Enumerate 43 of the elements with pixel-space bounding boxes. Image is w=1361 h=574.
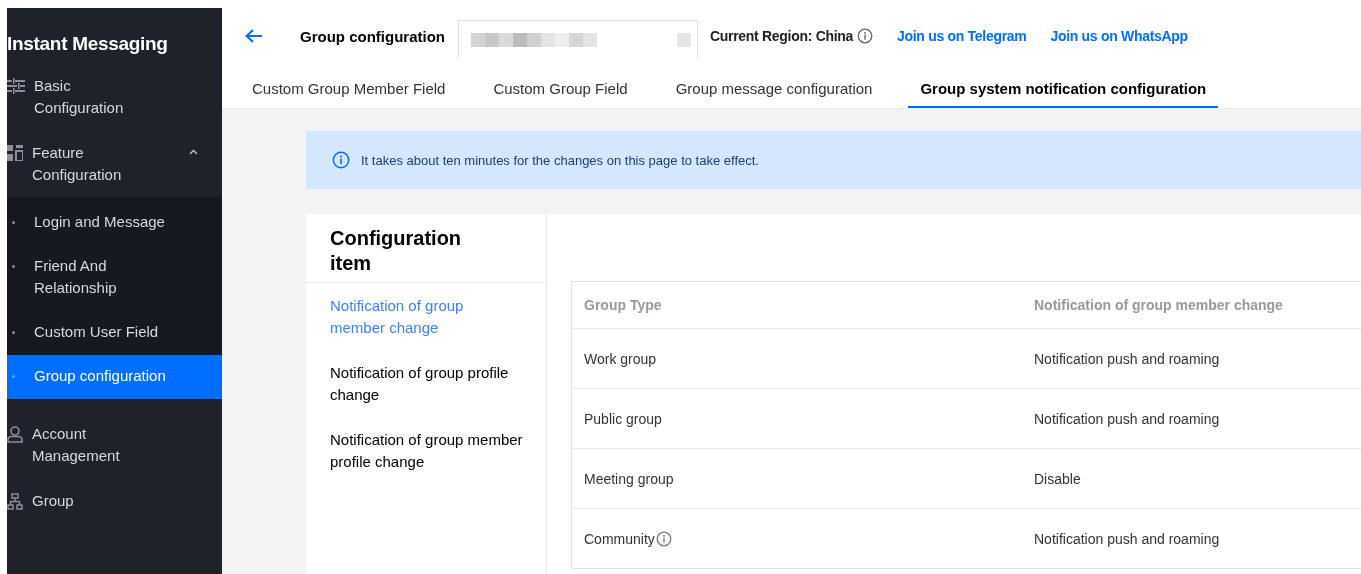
person-icon	[7, 426, 23, 443]
table-cell-text: Meeting group	[583, 470, 675, 487]
column-header: Notification of group member change	[1033, 297, 1284, 313]
sidebar-item[interactable]: Basic Configuration	[7, 63, 222, 130]
table-cell-text: Notification push and roaming	[1033, 530, 1221, 547]
bullet-icon	[12, 265, 15, 268]
info-icon	[332, 151, 350, 169]
sidebar-item[interactable]: Account Management	[7, 411, 222, 478]
app-selector[interactable]	[458, 20, 698, 58]
column-header: Group Type	[583, 297, 663, 313]
sidebar-item[interactable]: Feature Configuration	[7, 130, 222, 197]
notice-text: It takes about ten minutes for the changes on this page to take effect.	[361, 152, 759, 168]
table-cell-text: Notification push and roaming	[1033, 410, 1221, 427]
link[interactable]: Join us on Telegram	[897, 28, 1027, 44]
link[interactable]: Join us on WhatsApp	[1050, 28, 1188, 44]
bullet-icon	[12, 331, 15, 334]
tab[interactable]: Group message configuration	[675, 80, 873, 108]
sidebar-subitem[interactable]: Login and Message	[7, 201, 222, 245]
config-option[interactable]: Notification of group member profile change	[306, 417, 546, 484]
table-cell-text: Public group	[583, 410, 663, 427]
sidebar-subitem[interactable]: Custom User Field	[7, 311, 222, 355]
config-option[interactable]: Notification of group profile change	[306, 350, 546, 417]
section-title: Configuration item	[306, 214, 546, 283]
back-arrow-icon	[244, 28, 264, 44]
hierarchy-icon	[7, 493, 23, 510]
sidebar-item[interactable]: Group	[7, 478, 222, 523]
tab[interactable]: Custom Group Field	[493, 80, 628, 108]
table-cell-text: Notification push and roaming	[1033, 350, 1221, 367]
info-icon	[857, 28, 874, 44]
table-cell-text: Disable	[1033, 470, 1082, 487]
grid-icon	[7, 145, 23, 161]
config-option[interactable]: Notification of group member change	[306, 283, 546, 350]
table-cell-text: Work group	[583, 350, 658, 367]
tab[interactable]: Custom Group Member Field	[252, 80, 446, 108]
bullet-icon	[12, 221, 15, 224]
page-title: Group configuration	[300, 27, 445, 45]
bullet-icon	[12, 375, 15, 378]
product-title: Instant Messaging	[7, 32, 169, 56]
table-cell: Community	[584, 530, 655, 547]
sliders-icon	[7, 78, 25, 94]
region-label: Current Region: China	[710, 28, 854, 44]
sidebar-subitem[interactable]: Group configuration	[7, 355, 222, 399]
sidebar-subitem[interactable]: Friend And Relationship	[7, 245, 222, 311]
